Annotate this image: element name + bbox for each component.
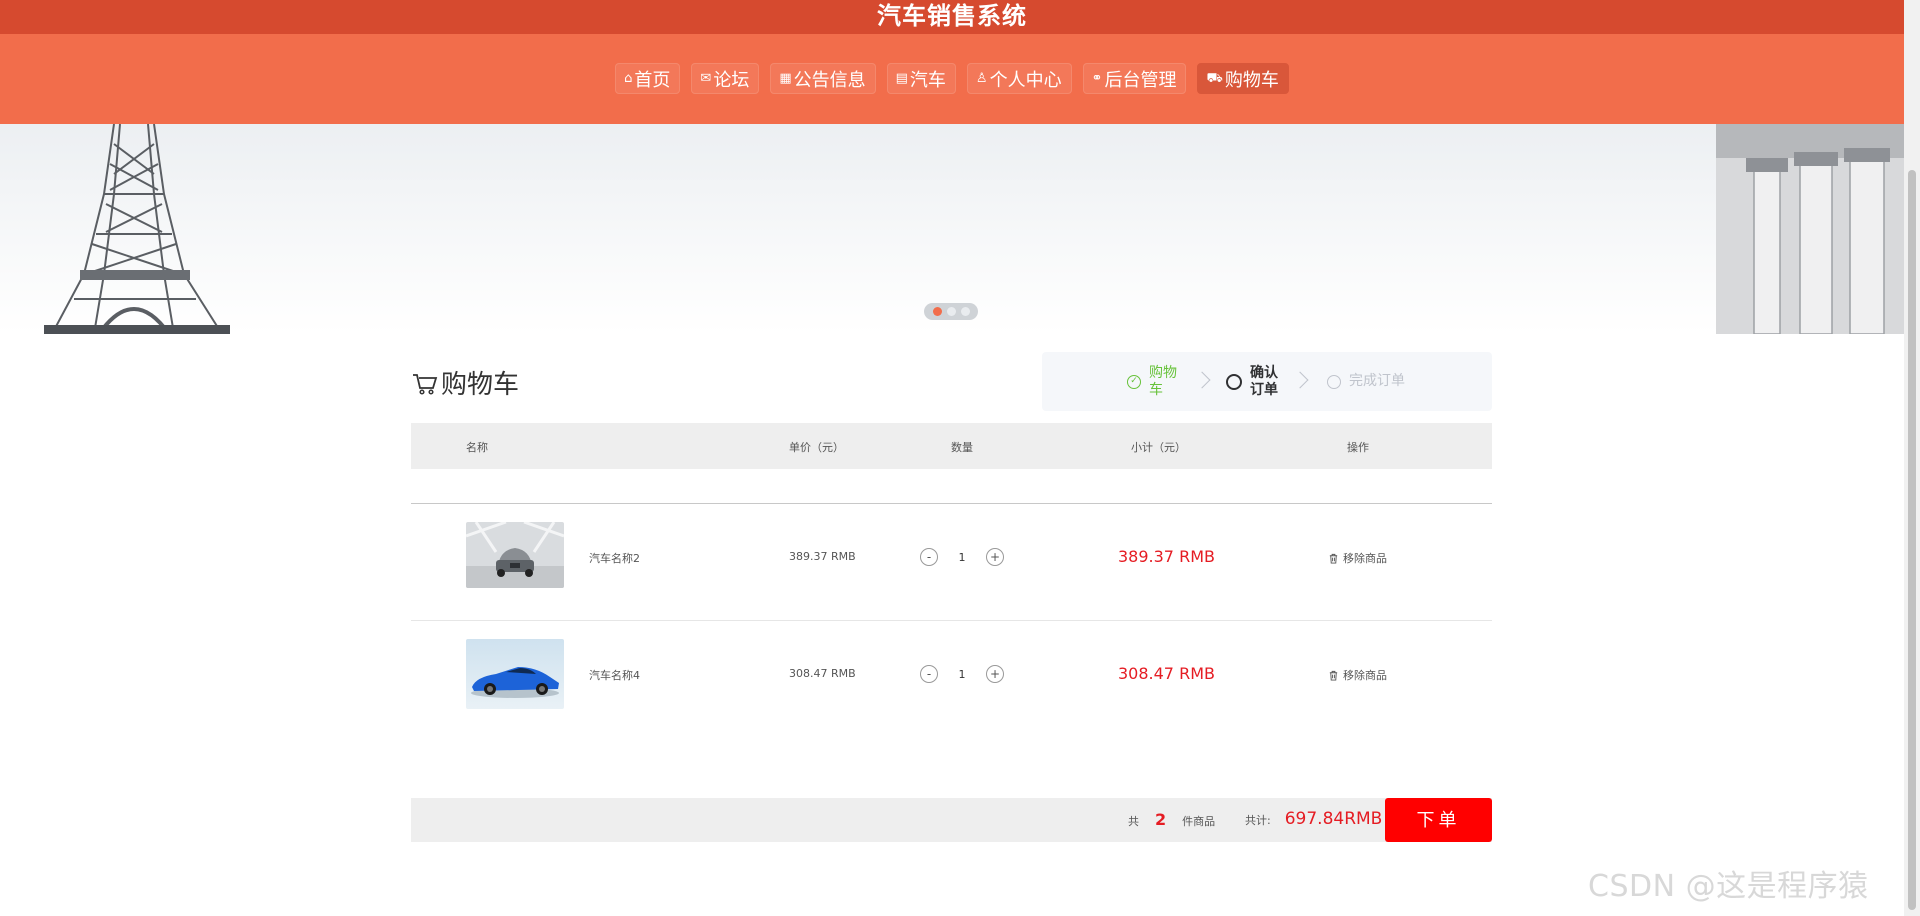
carousel-indicators (924, 303, 978, 320)
nav-label: 汽车 (909, 69, 946, 91)
nav-label: 论坛 (713, 69, 750, 91)
watermark: CSDN @这是程序猿 (1588, 869, 1869, 904)
quantity-value[interactable]: 1 (938, 668, 986, 681)
banner-carousel (0, 124, 1904, 334)
unit-price: 308.47 RMB (789, 667, 856, 680)
nav-item-cart[interactable]: ⛟ 购物车 (1197, 63, 1289, 94)
nav-label: 购物车 (1224, 69, 1279, 91)
step-label: 完成订单 (1349, 373, 1405, 389)
carousel-dot[interactable] (946, 307, 956, 316)
mail-icon: ✉ (700, 71, 712, 86)
column-header-qty: 数量 (951, 441, 973, 454)
home-icon: ⌂ (624, 71, 633, 86)
main-nav: ⌂ 首页 ✉ 论坛 ▦ 公告信息 ▤ 汽车 ♙ 个人中心 ⚭ 后台管理 ⛟ 购物… (0, 63, 1904, 94)
columns-image (1716, 124, 1904, 334)
remove-item-button[interactable]: 移除商品 (1328, 667, 1387, 683)
table-row: 汽车名称4 308.47 RMB - 1 + 308.47 RMB 移除商品 (411, 621, 1492, 738)
count-prefix: 共 (1128, 815, 1139, 828)
page-title-text: 购物车 (441, 370, 520, 400)
total-label: 共计: (1245, 814, 1271, 827)
car-thumbnail[interactable] (466, 639, 564, 709)
chevron-right-icon (1193, 371, 1211, 389)
carousel-dot[interactable] (932, 307, 942, 316)
table-row: 汽车名称2 389.37 RMB - 1 + 389.37 RMB 移除商品 (411, 504, 1492, 621)
subtotal: 308.47 RMB (1118, 664, 1215, 683)
nav-item-cars[interactable]: ▤ 汽车 (886, 63, 956, 94)
site-header: 汽车销售系统 ⌂ 首页 ✉ 论坛 ▦ 公告信息 ▤ 汽车 ♙ 个人中心 ⚭ 后台… (0, 0, 1904, 124)
nav-label: 公告信息 (793, 69, 866, 91)
column-header-actions: 操作 (1347, 441, 1369, 454)
nav-label: 首页 (634, 69, 671, 91)
remove-label: 移除商品 (1343, 669, 1387, 682)
scrollbar-thumb[interactable] (1908, 170, 1916, 910)
nav-item-home[interactable]: ⌂ 首页 (615, 63, 681, 94)
circle-icon (1327, 374, 1341, 389)
circle-icon (1226, 373, 1242, 390)
nav-label: 后台管理 (1104, 69, 1177, 91)
site-title: 汽车销售系统 (877, 2, 1027, 30)
column-header-name: 名称 (466, 441, 488, 454)
carousel-dot[interactable] (960, 307, 970, 316)
increase-button[interactable]: + (986, 548, 1004, 566)
nav-item-profile[interactable]: ♙ 个人中心 (966, 63, 1072, 94)
car-thumbnail[interactable] (466, 522, 564, 588)
check-circle-icon: ✓ (1127, 374, 1141, 389)
table-header: 名称 单价（元） 数量 小计（元） 操作 (411, 423, 1492, 469)
nav-label: 个人中心 (989, 69, 1062, 91)
trash-icon (1329, 670, 1338, 681)
nav-item-notices[interactable]: ▦ 公告信息 (770, 63, 876, 94)
document-icon: ▤ (895, 71, 908, 86)
trash-icon (1329, 553, 1338, 564)
subtotal: 389.37 RMB (1118, 547, 1215, 566)
notice-icon: ▦ (779, 71, 792, 86)
column-header-subtotal: 小计（元） (1131, 441, 1186, 454)
step-label: 购物车 (1149, 364, 1177, 398)
count-value: 2 (1155, 810, 1167, 829)
car-name: 汽车名称4 (589, 669, 640, 682)
column-header-price: 单价（元） (789, 441, 844, 454)
quantity-stepper: - 1 + (920, 665, 1004, 683)
cart-icon (413, 373, 438, 395)
eiffel-tower-image (44, 124, 230, 334)
increase-button[interactable]: + (986, 665, 1004, 683)
step-complete: 完成订单 (1327, 373, 1405, 390)
item-count: 共 2 件商品 (1128, 810, 1215, 829)
nav-item-admin[interactable]: ⚭ 后台管理 (1082, 63, 1187, 94)
title-bar: 汽车销售系统 (0, 0, 1904, 34)
remove-item-button[interactable]: 移除商品 (1328, 550, 1387, 566)
decrease-button[interactable]: - (920, 548, 938, 566)
nav-item-forum[interactable]: ✉ 论坛 (691, 63, 760, 94)
cart-summary-bar: 共 2 件商品 共计: 697.84RMB 下单 (411, 798, 1492, 842)
decrease-button[interactable]: - (920, 665, 938, 683)
step-confirm: 确认订单 (1226, 365, 1282, 399)
unit-price: 389.37 RMB (789, 550, 856, 563)
total-value: 697.84RMB (1284, 809, 1383, 829)
quantity-value[interactable]: 1 (938, 551, 986, 564)
quantity-stepper: - 1 + (920, 548, 1004, 566)
car-name: 汽车名称2 (589, 552, 640, 565)
order-steps: ✓ 购物车 确认订单 完成订单 (1042, 352, 1492, 411)
step-label: 确认订单 (1250, 364, 1278, 398)
step-cart: ✓ 购物车 (1127, 365, 1181, 399)
count-suffix: 件商品 (1182, 815, 1216, 828)
chevron-right-icon (1291, 371, 1309, 389)
cart-icon: ⛟ (1206, 71, 1223, 86)
remove-label: 移除商品 (1343, 552, 1387, 565)
user-icon: ♙ (975, 71, 988, 86)
page-title: 购物车 (411, 364, 519, 401)
cart-total: 共计: 697.84RMB (1245, 809, 1382, 829)
page-scrollbar[interactable] (1904, 0, 1920, 916)
link-icon: ⚭ (1091, 71, 1103, 86)
place-order-button[interactable]: 下单 (1385, 798, 1492, 842)
